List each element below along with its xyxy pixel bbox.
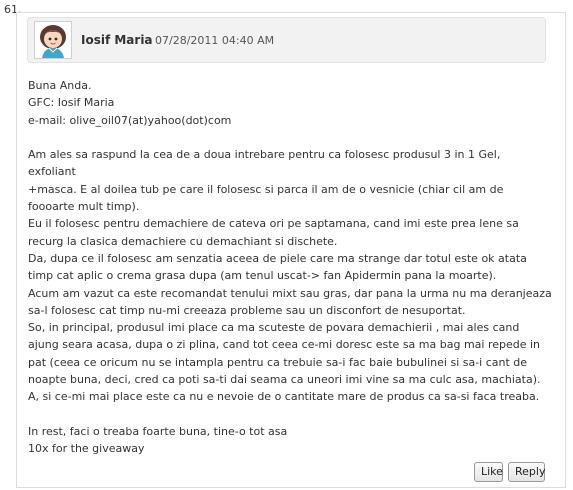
comment-text-line: sa-l folosesc cat timp nu-mi creeaza pro… xyxy=(28,303,466,317)
comment-text-line: +masca. E al doilea tub pe care il folos… xyxy=(28,182,504,196)
comment-text-line: Am ales sa raspund la cea de a doua intr… xyxy=(28,148,501,162)
comment-text-line: exfoliant xyxy=(28,165,76,179)
comment-text-line: Buna Anda. xyxy=(28,79,92,92)
comment-text-line: Eu il folosesc pentru demachiere de cate… xyxy=(28,217,519,231)
comment-text-line: noapte buna, deci, cred ca poti sa-ti da… xyxy=(28,373,541,387)
comment-text-line: recurg la clasica demachiere cu demachia… xyxy=(28,234,338,248)
comment-text-line: pat (ceea ce oricum nu se intampla pentr… xyxy=(28,355,528,369)
comment-text-line: 10x for the giveaway xyxy=(28,442,145,456)
author-name[interactable]: Iosif Maria xyxy=(81,33,153,47)
comment-body: Buna Anda. GFC: Iosif Maria e-mail: olive_… xyxy=(28,77,552,458)
comment-text-line: So, in principal, produsul imi place ca … xyxy=(28,321,520,335)
avatar[interactable] xyxy=(34,21,72,59)
comment-timestamp[interactable]: 07/28/2011 04:40 AM xyxy=(155,34,274,47)
comment-text-line: Da, dupa ce il folosesc am senzatia acee… xyxy=(28,251,527,265)
comment-text-line: ajung seara acasa, dupa o zi plina, cand… xyxy=(28,338,541,352)
like-button[interactable]: Like xyxy=(474,462,503,482)
comment-text-line: In rest, faci o treaba foarte buna, tine… xyxy=(28,424,288,438)
comment-text-line: foooarte mult timp). xyxy=(28,200,140,214)
comment-header: Iosif Maria 07/28/2011 04:40 AM xyxy=(27,17,546,63)
comment-text-line: GFC: Iosif Maria xyxy=(28,96,115,110)
comment-text-line: e-mail: olive_oil07(at)yahoo(dot)com xyxy=(28,113,232,127)
comment-text-line: timp cat aplic o crema grasa dupa (am te… xyxy=(28,269,497,283)
comment-text-line: Acum am vazut ca este recomandat tenului… xyxy=(28,286,552,300)
reply-button[interactable]: Reply xyxy=(508,462,545,482)
comment-text-line: A, si ce-mi mai place este ca nu e nevoi… xyxy=(28,390,540,404)
